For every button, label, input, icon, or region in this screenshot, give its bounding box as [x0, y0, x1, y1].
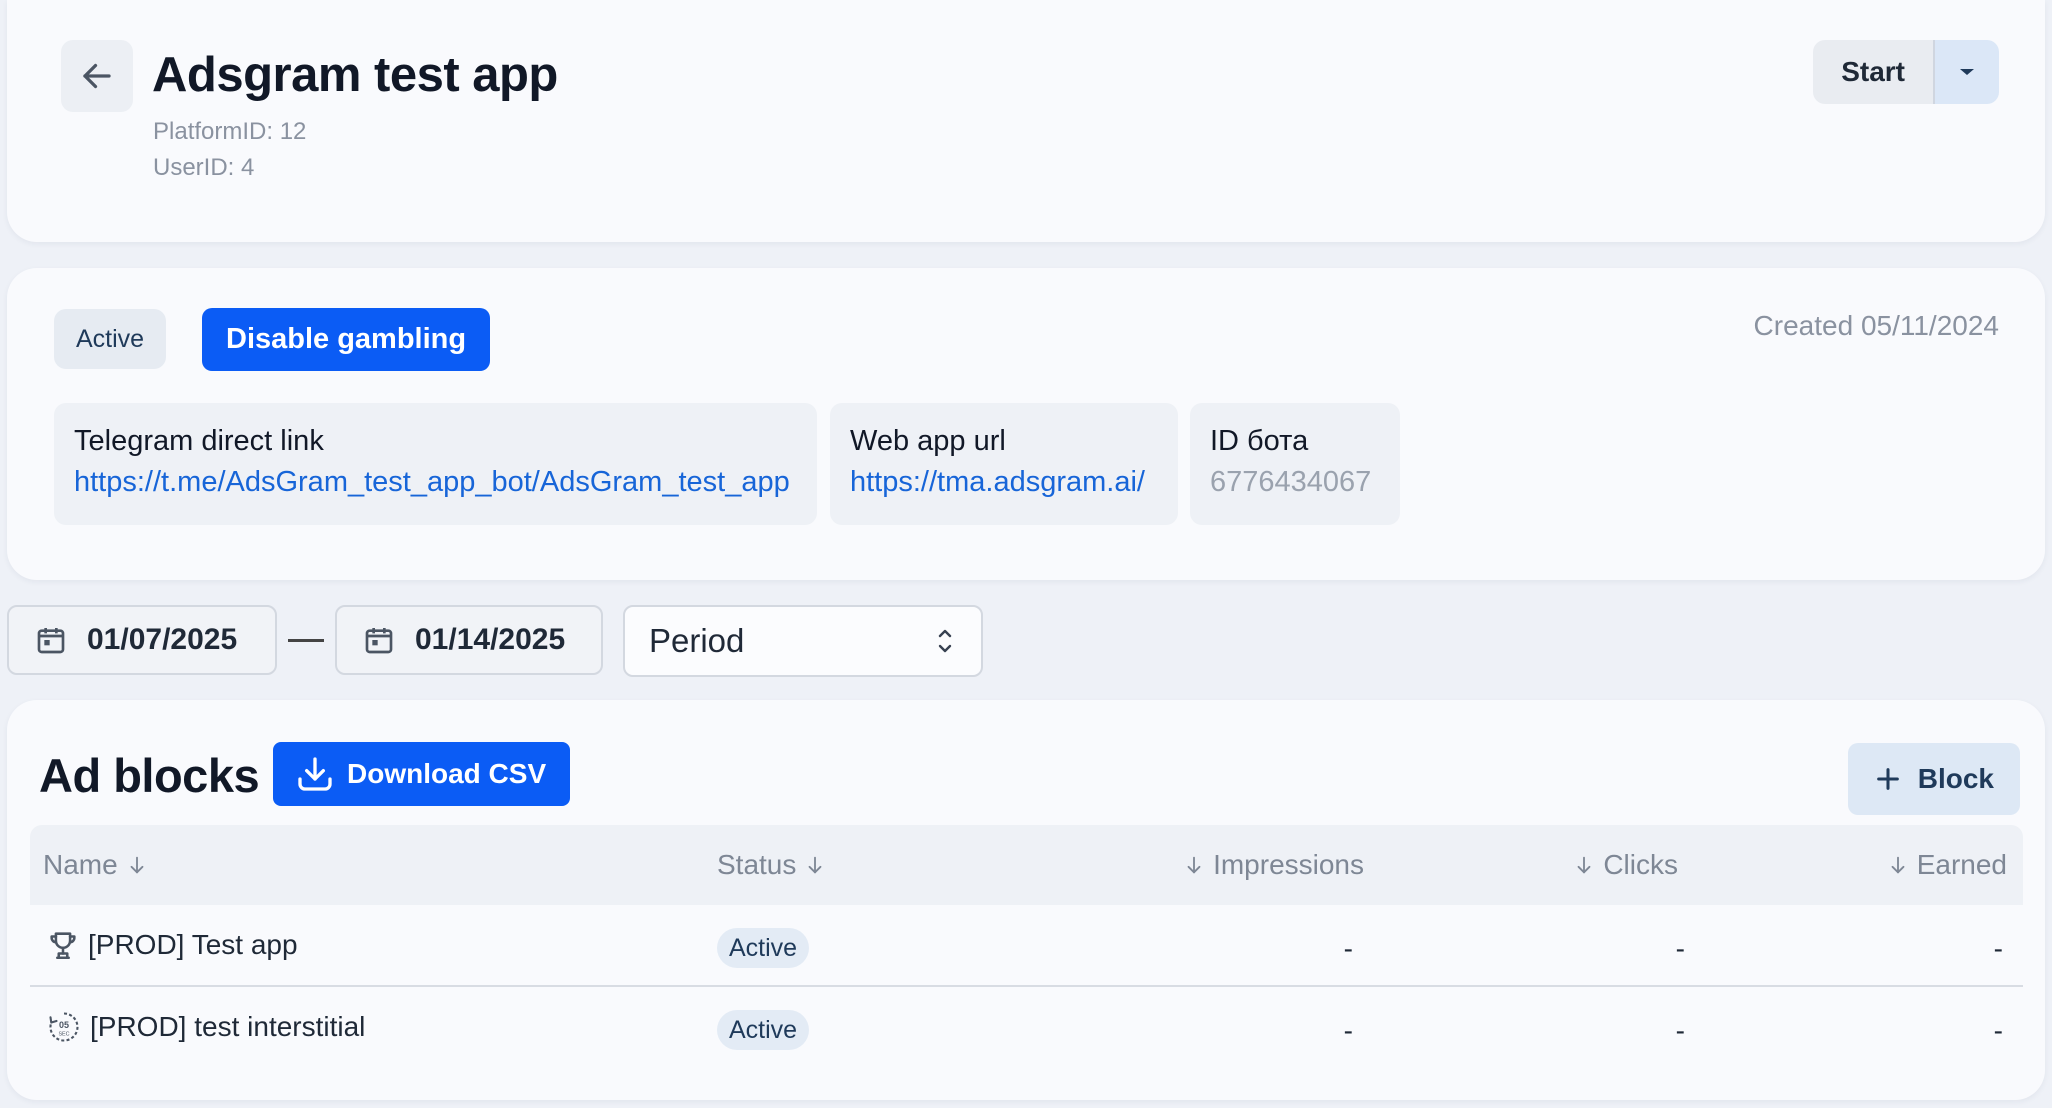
field-label: Web app url [850, 425, 1006, 457]
trophy-icon [46, 928, 80, 962]
sort-arrow-icon [1573, 854, 1595, 876]
download-csv-button[interactable]: Download CSV [273, 742, 571, 806]
sort-arrow-icon [126, 854, 148, 876]
start-split-button: Start [1813, 40, 1999, 104]
column-header-status[interactable]: Status [717, 825, 834, 905]
earned-value: - [1993, 1015, 2003, 1046]
app-header-card: Adsgram test app PlatformID: 12 UserID: … [7, 0, 2045, 242]
block-name-cell: 05 SEC [PROD] test interstitial [46, 987, 365, 1067]
platform-id: PlatformID: 12 [153, 118, 307, 145]
field-label: Telegram direct link [74, 425, 324, 457]
section-title: Ad blocks [39, 749, 260, 802]
telegram-direct-link[interactable]: https://t.me/AdsGram_test_app_bot/AdsGra… [74, 466, 797, 499]
calendar-icon [365, 628, 393, 654]
period-select[interactable]: Period [623, 605, 983, 677]
sort-arrow-icon [804, 854, 826, 876]
status-badge: Active [717, 928, 810, 968]
page-title: Adsgram test app [152, 48, 558, 102]
date-from-value: 01/07/2025 [87, 623, 238, 656]
bot-id-value: 6776434067 [1210, 466, 1372, 498]
timer-05-sec-icon: 05 SEC [46, 1009, 82, 1045]
date-to-picker[interactable]: 01/14/2025 [335, 605, 603, 675]
calendar-icon [37, 628, 65, 654]
user-id: UserID: 4 [153, 154, 255, 181]
svg-text:SEC: SEC [58, 1031, 69, 1037]
disable-gambling-button[interactable]: Disable gambling [202, 308, 491, 371]
download-csv-label: Download CSV [347, 758, 547, 789]
start-menu-toggle[interactable] [1933, 40, 1999, 104]
ad-blocks-card: Ad blocks Download CSV Block Name Status… [7, 700, 2045, 1100]
app-info-card: Active Disable gambling Created 05/11/20… [7, 268, 2045, 580]
block-name-cell: [PROD] Test app [46, 905, 298, 985]
column-header-impressions[interactable]: Impressions [1175, 825, 1364, 905]
bot-id-field: ID бота 6776434067 [1190, 403, 1400, 525]
date-range-separator [288, 639, 324, 642]
chevron-up-down-icon [938, 629, 952, 653]
download-icon [298, 757, 332, 791]
column-header-name[interactable]: Name [43, 825, 156, 905]
caret-down-icon [1960, 69, 1974, 75]
date-from-picker[interactable]: 01/07/2025 [7, 605, 277, 675]
app-status-badge: Active [54, 309, 167, 369]
start-button[interactable]: Start [1813, 40, 1933, 104]
clicks-value: - [1675, 1015, 1685, 1046]
add-block-label: Block [1917, 763, 1994, 794]
table-row[interactable]: [PROD] Test app Active - - - [30, 905, 2023, 987]
back-button[interactable] [61, 40, 133, 112]
table-row[interactable]: 05 SEC [PROD] test interstitial Active - … [30, 987, 2023, 1067]
web-app-url-field: Web app url https://tma.adsgram.ai/ [830, 403, 1178, 525]
sort-arrow-icon [1183, 854, 1205, 876]
web-app-url-link[interactable]: https://tma.adsgram.ai/ [850, 466, 1158, 499]
status-badge: Active [717, 1010, 810, 1050]
svg-text:05: 05 [59, 1020, 69, 1030]
column-header-earned[interactable]: Earned [1879, 825, 2007, 905]
block-name: [PROD] test interstitial [90, 1011, 366, 1042]
telegram-link-field: Telegram direct link https://t.me/AdsGra… [54, 403, 817, 525]
clicks-value: - [1675, 933, 1685, 964]
impressions-value: - [1343, 933, 1353, 964]
impressions-value: - [1343, 1015, 1353, 1046]
plus-icon [1876, 768, 1899, 790]
add-block-button[interactable]: Block [1847, 743, 2020, 815]
earned-value: - [1993, 933, 2003, 964]
table-header: Name Status Impressions Clicks Earned [30, 825, 2023, 905]
period-select-value: Period [649, 622, 745, 659]
block-name: [PROD] Test app [88, 929, 298, 960]
date-to-value: 01/14/2025 [415, 623, 566, 656]
sort-arrow-icon [1887, 854, 1909, 876]
created-date: Created 05/11/2024 [1753, 310, 1999, 341]
field-label: ID бота [1210, 425, 1309, 457]
arrow-left-icon [83, 63, 111, 89]
column-header-clicks[interactable]: Clicks [1565, 825, 1678, 905]
